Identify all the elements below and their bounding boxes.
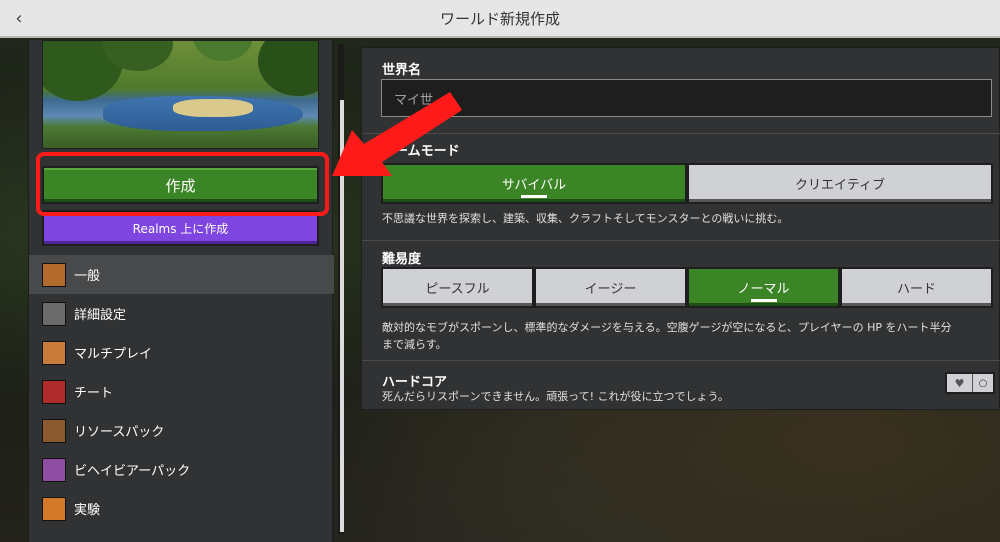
nav-item-advanced[interactable]: 詳細設定 [29, 294, 334, 333]
behavior-pack-icon [42, 457, 66, 482]
nav-item-experiments[interactable]: 実験 [29, 489, 334, 528]
nav-item-label: リソースパック [74, 425, 165, 440]
heart-icon: ♥ [947, 374, 972, 392]
hardcore-description: 死んだらリスポーンできません。頑張って! これが役に立つでしょう。 [382, 390, 729, 403]
difficulty-selector: ピースフル イージー ノーマル ハード [381, 267, 993, 308]
nav-item-general[interactable]: 一般 [29, 255, 334, 294]
difficulties-option-button[interactable]: ピースフル [381, 267, 534, 308]
advanced-icon [42, 301, 66, 326]
window-title: ワールド新規作成 [439, 9, 560, 28]
world-name-field[interactable]: マイ世 [381, 79, 992, 117]
resource-pack-icon [42, 418, 66, 443]
nav-item-resource-pack[interactable]: リソースパック [29, 411, 334, 450]
tree [193, 41, 253, 61]
divider [362, 240, 1000, 241]
chevron-left-icon[interactable]: ‹ [6, 5, 32, 31]
difficulty-description-line1: 敵対的なモブがスポーンし、標準的なダメージを与える。空腹ゲージが空になると、プレ… [382, 321, 952, 334]
create-highlight-annotation [36, 152, 329, 216]
experiments-icon [42, 496, 66, 521]
red-arrow-annotation [332, 92, 462, 176]
nav-item-cheats[interactable]: チート [29, 372, 334, 411]
nav-item-label: 一般 [74, 269, 101, 284]
title-bar: ‹ ワールド新規作成 [0, 0, 1000, 38]
left-panel: 作成 Realms 上に作成 一般 詳細設定 マルチプレイ チート リソースパック ビヘイ… [28, 40, 334, 542]
nav-item-multiplayer[interactable]: マルチプレイ [29, 333, 334, 372]
world-name-label: 世界名 [382, 63, 422, 78]
game-mode-description: 不思議な世界を探索し、建築、収集、クラフトそしてモンスターとの戦いに挑む。 [382, 212, 789, 225]
sand [173, 99, 253, 117]
difficulties-option-button[interactable]: ハード [840, 267, 993, 308]
difficulty-label: 難易度 [382, 252, 422, 267]
nav-item-behavior-pack[interactable]: ビヘイビアーパック [29, 450, 334, 489]
difficulties-option-button[interactable]: イージー [534, 267, 687, 308]
hardcore-toggle[interactable]: ♥ ○ [945, 372, 995, 394]
settings-nav: 一般詳細設定マルチプレイ チートリソースパックビヘイビアーパック 実験 [29, 255, 334, 528]
multiplayer-icon [42, 340, 66, 365]
nav-item-label: 詳細設定 [74, 308, 127, 323]
off-indicator-icon: ○ [972, 374, 993, 392]
nav-item-label: チート [74, 386, 114, 401]
tree [258, 41, 318, 96]
general-icon [42, 262, 66, 287]
difficulty-description-line2: まで減らす。 [382, 338, 447, 351]
game_modes-option-button[interactable]: クリエイティブ [687, 163, 993, 204]
difficulties-option-button[interactable]: ノーマル [687, 267, 840, 308]
nav-item-label: ビヘイビアーパック [74, 464, 191, 479]
cheats-icon [42, 379, 66, 404]
nav-item-label: マルチプレイ [74, 347, 153, 362]
divider [362, 360, 1000, 361]
game-mode-selector: サバイバル クリエイティブ [381, 163, 993, 204]
nav-item-label: 実験 [74, 503, 101, 518]
world-preview-image [42, 40, 319, 149]
